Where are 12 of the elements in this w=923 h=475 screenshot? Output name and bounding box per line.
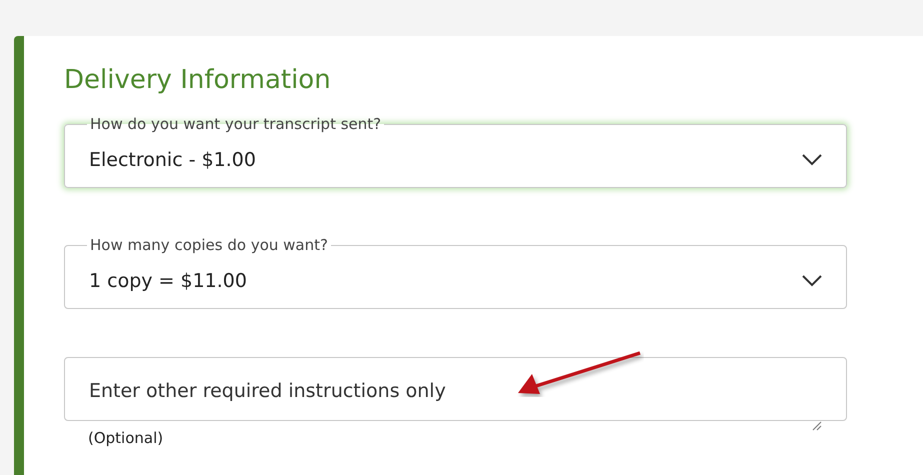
chevron-down-icon bbox=[802, 154, 822, 166]
field-label: How many copies do you want? bbox=[89, 236, 329, 254]
optional-hint: (Optional) bbox=[88, 428, 164, 449]
field-label: How do you want your transcript sent? bbox=[89, 115, 382, 133]
field-value: 1 copy = $11.00 bbox=[89, 268, 247, 294]
dropdown-field[interactable]: How many copies do you want? 1 copy = $11.00 bbox=[64, 236, 847, 309]
section-title: Delivery Information bbox=[64, 64, 332, 96]
dropdown-field[interactable]: How do you want your transcript sent? Electronic - $1.00 bbox=[64, 115, 847, 188]
resize-handle-icon bbox=[812, 421, 822, 431]
instructions-field[interactable]: Enter other required instructions only bbox=[64, 357, 847, 421]
field-value: Electronic - $1.00 bbox=[89, 148, 256, 173]
chevron-down-icon bbox=[802, 275, 822, 287]
